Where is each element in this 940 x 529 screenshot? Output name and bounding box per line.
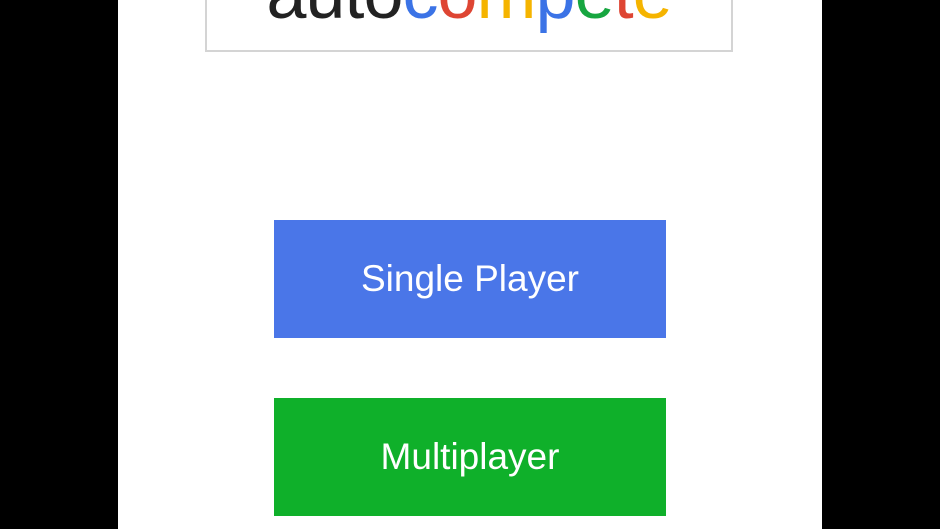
game-screen: autocompete Single Player Multiplayer — [118, 0, 822, 529]
single-player-button[interactable]: Single Player — [274, 220, 666, 338]
logo-letter: t — [344, 0, 364, 30]
logo-letter: m — [477, 0, 537, 30]
logo-letter: t — [614, 0, 634, 30]
logo-letter: u — [305, 0, 345, 30]
autocompete-logo: autocompete — [207, 0, 731, 30]
logo-letter: a — [266, 0, 306, 30]
logo-letter: o — [437, 0, 477, 30]
logo-letter: o — [363, 0, 403, 30]
single-player-label: Single Player — [360, 258, 579, 299]
logo-letter: c — [402, 0, 438, 30]
logo-letter: e — [575, 0, 615, 30]
multiplayer-label: Multiplayer — [380, 436, 560, 477]
logo-letter: p — [536, 0, 576, 30]
multiplayer-button[interactable]: Multiplayer — [274, 398, 666, 516]
logo-box: autocompete — [205, 0, 733, 52]
logo-letter: e — [633, 0, 673, 30]
